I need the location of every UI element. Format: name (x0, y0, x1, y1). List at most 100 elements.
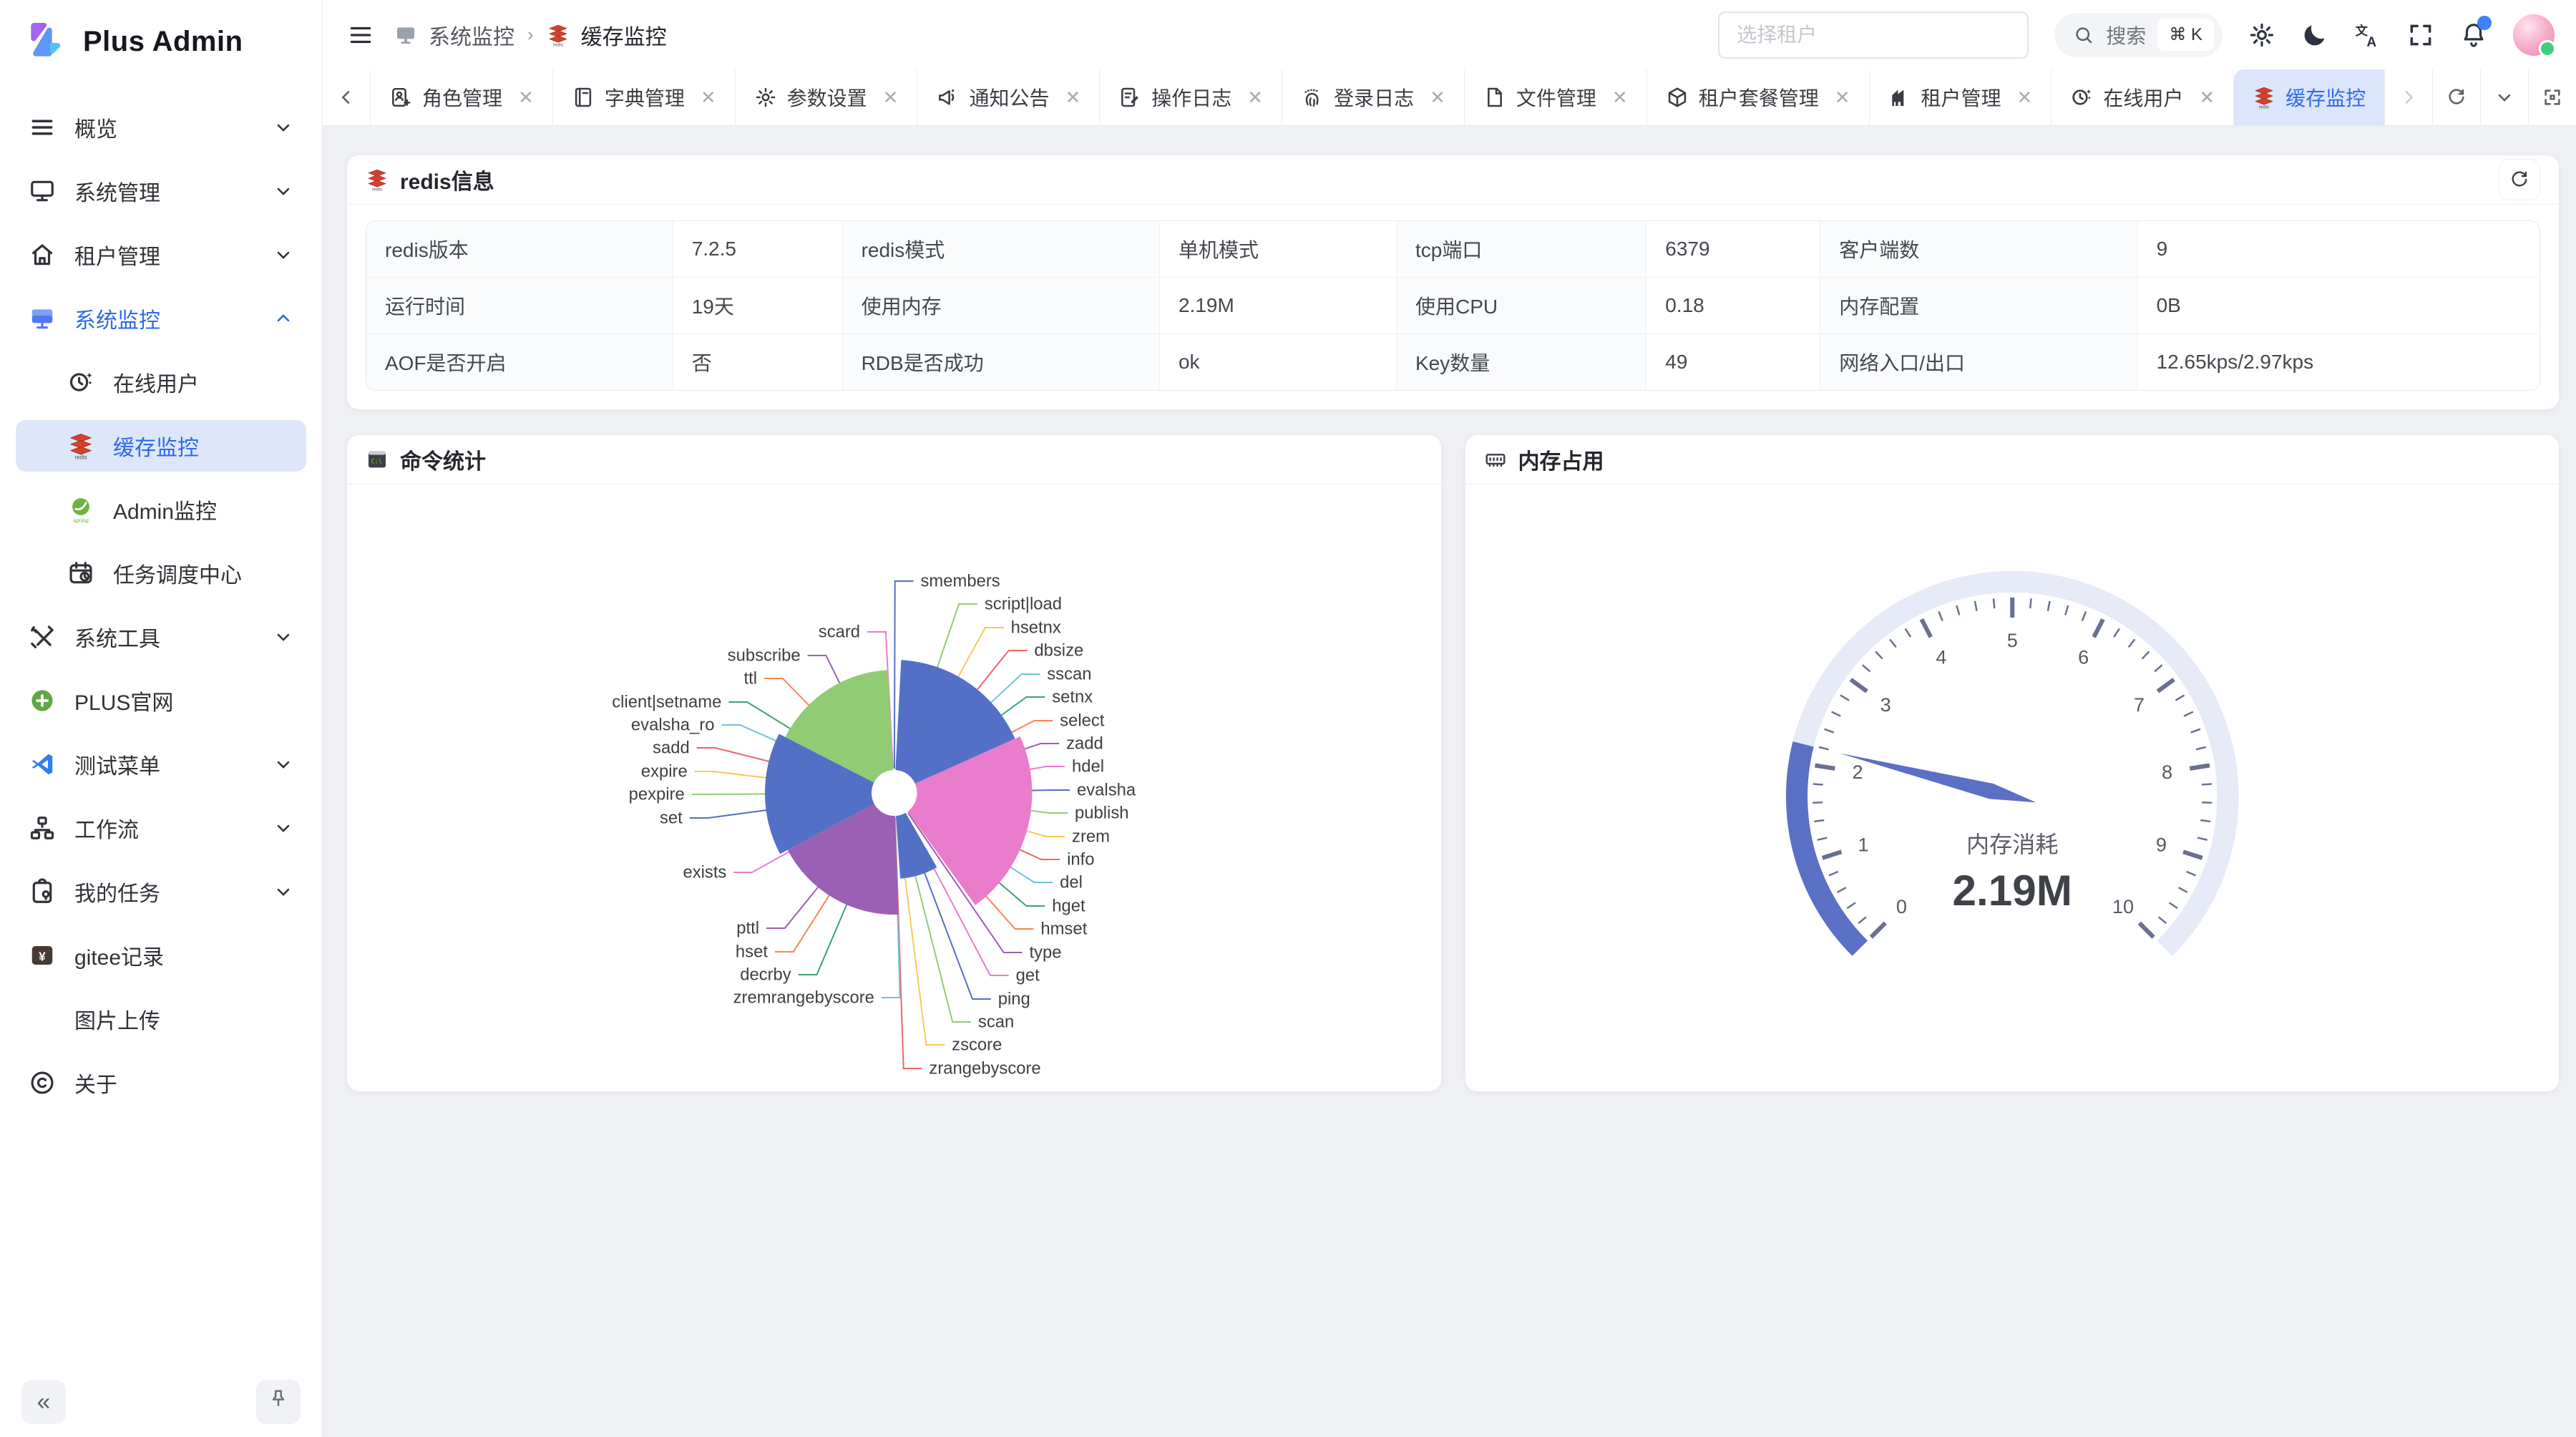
sidebar-item-概览[interactable]: 概览 (16, 102, 306, 153)
memory-gauge-header: 内存占用 (1465, 435, 2560, 484)
list-icon (29, 114, 56, 141)
gauge-needle (1839, 753, 2036, 802)
sidebar-item-测试菜单[interactable]: 测试菜单 (16, 739, 306, 790)
sidebar-item-图片上传[interactable]: 图片上传 (16, 993, 306, 1045)
avatar[interactable] (2513, 14, 2555, 56)
tab-参数设置[interactable]: 参数设置✕ (736, 69, 918, 125)
pie-slice-label: decrby (740, 965, 791, 984)
tenant-select-input[interactable] (1718, 11, 2029, 59)
hamburger-menu-icon[interactable] (347, 21, 374, 49)
tab-close-icon[interactable]: ✕ (2017, 87, 2033, 109)
tab-租户管理[interactable]: 租户管理✕ (1870, 69, 2052, 125)
gauge-minor-tick (2030, 598, 2031, 608)
sidebar-item-关于[interactable]: 关于 (16, 1057, 306, 1109)
sidebar-item-label: 工作流 (74, 812, 273, 844)
content-fullscreen-button[interactable] (2528, 69, 2576, 125)
sidebar-subitem-缓存监控[interactable]: redis缓存监控 (16, 420, 306, 472)
tab-close-icon[interactable]: ✕ (2199, 87, 2215, 109)
tab-label: 角色管理 (422, 83, 502, 112)
tab-文件管理[interactable]: 文件管理 ✕ (1465, 69, 1647, 125)
sidebar-subitem-Admin监控[interactable]: springAdmin监控 (16, 484, 306, 535)
gauge-minor-tick (2184, 712, 2193, 716)
info-value-cell: 0.18 (1646, 278, 1820, 334)
sidebar-item-租户管理[interactable]: 租户管理 (16, 229, 306, 281)
info-value-cell: ok (1159, 334, 1396, 391)
tab-close-icon[interactable]: ✕ (1065, 87, 1080, 109)
sidebar-item-系统工具[interactable]: 系统工具 (16, 611, 306, 663)
language-button[interactable]: 文A (2354, 21, 2381, 49)
tab-refresh-button[interactable] (2432, 69, 2480, 125)
gauge-major-tick (2157, 680, 2174, 691)
sidebar: Plus Admin 概览系统管理租户管理系统监控在线用户 redis缓存监控 sp… (0, 0, 323, 1437)
chevron-down-icon (273, 117, 293, 137)
pie-slice-label: hdel (1072, 756, 1104, 776)
notifications-button[interactable] (2460, 21, 2487, 49)
sidebar-subitem-在线用户[interactable]: 在线用户 (16, 356, 306, 408)
tab-close-icon[interactable]: ✕ (701, 87, 716, 109)
sidebar-item-PLUS官网[interactable]: PLUS官网 (16, 675, 306, 726)
gear-icon (2248, 40, 2275, 51)
sidebar-collapse-button[interactable]: « (21, 1380, 66, 1424)
breadcrumb-item[interactable]: 系统监控 (429, 19, 514, 51)
tab-label: 登录日志 (1334, 83, 1414, 112)
tab-缓存监控[interactable]: redis缓存监控✕ (2234, 69, 2384, 125)
panel-title: redis信息 (400, 164, 494, 195)
svg-text:C:\: C:\ (371, 458, 382, 465)
translate-icon: 文A (2354, 40, 2381, 51)
pie-slice-label: zremrangebyscore (733, 988, 874, 1007)
global-search[interactable]: 搜索 ⌘ K (2054, 13, 2223, 57)
tab-操作日志[interactable]: 操作日志✕ (1100, 69, 1282, 125)
svg-text:redis: redis (552, 42, 563, 47)
dark-mode-button[interactable] (2301, 21, 2328, 49)
pie-slice-label: zscore (952, 1035, 1002, 1054)
tab-close-icon[interactable]: ✕ (1612, 87, 1628, 109)
monitor-icon (29, 177, 56, 205)
sidebar-item-我的任务[interactable]: 我的任务 (16, 866, 306, 917)
tab-label: 租户套餐管理 (1699, 83, 1819, 112)
gauge-minor-tick (1831, 712, 1840, 716)
sidebar-item-系统监控[interactable]: 系统监控 (16, 293, 306, 344)
gauge-tick-label: 4 (1936, 647, 1946, 668)
tab-登录日志[interactable]: 登录日志 ✕ (1282, 69, 1465, 125)
command-stats-chart[interactable]: smembersscript|loadhsetnxdbsizesscansetn… (347, 484, 1441, 1091)
tab-租户套餐管理[interactable]: 租户套餐管理 ✕ (1647, 69, 1870, 125)
sidebar-item-系统管理[interactable]: 系统管理 (16, 165, 306, 217)
svg-text:redis: redis (372, 187, 383, 191)
tab-close-icon[interactable]: ✕ (1835, 87, 1850, 109)
tab-close-icon[interactable]: ✕ (518, 87, 534, 109)
sidebar-item-label: 租户管理 (74, 239, 273, 271)
tab-close-icon[interactable]: ✕ (1247, 87, 1263, 109)
tab-通知公告[interactable]: 通知公告 ✕ (917, 69, 1100, 125)
fullscreen-button[interactable] (2407, 21, 2434, 49)
gauge-minor-tick (1993, 598, 1994, 608)
tab-close-icon[interactable]: ✕ (883, 87, 899, 109)
tab-close-icon[interactable]: ✕ (1430, 87, 1445, 109)
command-stats-header: C:\ 命令统计 (347, 435, 1441, 484)
info-value-cell: 12.65kps/2.97kps (2137, 334, 2540, 391)
sidebar-subitem-任务调度中心[interactable]: 任务调度中心 (16, 547, 306, 599)
memory-gauge-chart[interactable]: 012345678910内存消耗2.19M (1465, 484, 2560, 1091)
pie-slice-label: script|load (985, 594, 1062, 613)
tab-角色管理[interactable]: 角色管理 ✕ (371, 69, 553, 125)
info-label-cell: 使用内存 (842, 278, 1159, 334)
logo[interactable]: Plus Admin (0, 0, 322, 83)
tab-在线用户[interactable]: 在线用户✕ (2051, 69, 2234, 125)
tab-字典管理[interactable]: 字典管理✕ (553, 69, 736, 125)
settings-button[interactable] (2248, 21, 2275, 49)
sidebar-item-gitee记录[interactable]: ¥gitee记录 (16, 930, 306, 981)
redis-info-refresh-button[interactable] (2499, 159, 2540, 200)
gauge-minor-tick (1905, 628, 1911, 637)
tabs-scroll-left-button[interactable] (323, 69, 371, 125)
gauge-tick-label: 0 (1896, 896, 1906, 917)
tab-menu-chevron-button[interactable] (2480, 69, 2528, 125)
tabs-scroll-right-button[interactable] (2384, 69, 2432, 125)
tab-label: 文件管理 (1516, 83, 1596, 112)
info-value-cell: 单机模式 (1159, 221, 1396, 278)
tab-label: 通知公告 (969, 83, 1049, 112)
charts-row: C:\ 命令统计 smembersscript|loadhsetnxdbsize… (346, 434, 2560, 1092)
sidebar-pin-button[interactable] (256, 1380, 301, 1424)
pie-slice-label: hsetnx (1011, 618, 1061, 637)
sidebar-item-label: 概览 (74, 112, 273, 143)
table-row: AOF是否开启否RDB是否成功okKey数量49网络入口/出口12.65kps/… (366, 334, 2540, 391)
sidebar-item-工作流[interactable]: 工作流 (16, 802, 306, 854)
